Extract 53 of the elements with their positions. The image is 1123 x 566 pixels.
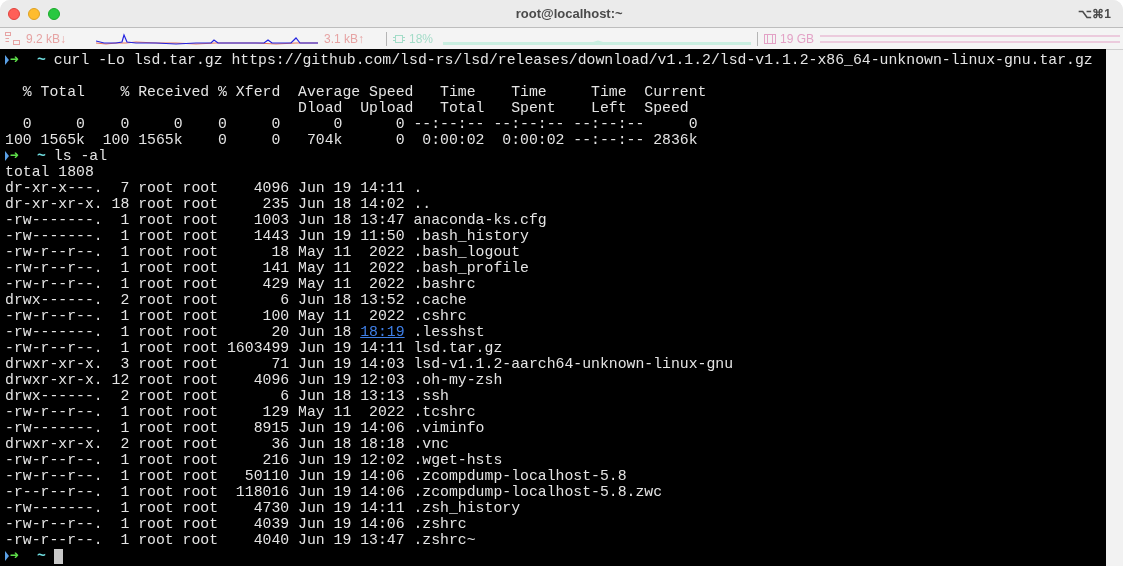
terminal-line: drwxr-xr-x. 3 root root 71 Jun 19 14:03 lsd-v1.1.2-aarch64-unknown-linux-gnu — [5, 356, 734, 372]
window-title: root@localhost:~ — [515, 4, 623, 23]
terminal-line: Dload Upload Total Spent Left Speed — [297, 100, 689, 116]
mark-icon — [5, 551, 9, 561]
close-button[interactable] — [8, 7, 20, 20]
current-directory: ~ — [36, 548, 46, 564]
memory-icon — [764, 33, 776, 44]
terminal-line: -rw-------. 1 root root 1443 Jun 19 11:50 .bash_history — [5, 228, 529, 244]
terminal-line: -rw-------. 1 root root 1003 Jun 18 13:47 anaconda-ks.cfg — [5, 212, 547, 228]
terminal-line: -rw-r--r--. 1 root root 4039 Jun 19 14:06 .zshrc — [5, 516, 467, 532]
cpu-icon — [393, 32, 405, 45]
link[interactable]: 18:19 — [360, 324, 405, 340]
network-upload-rate: 3.1 kB↑ — [324, 30, 366, 48]
terminal-line: -rw-r--r--. 1 root root 100 May 11 2022 .cshrc — [5, 308, 467, 324]
current-directory: ~ — [36, 52, 46, 68]
mark-icon — [5, 55, 9, 65]
command-text: ls -al — [53, 148, 108, 164]
current-directory: ~ — [36, 148, 46, 164]
network-download-rate: 9.2 kB↓ — [26, 30, 68, 48]
cpu-usage: 18% — [409, 30, 435, 48]
terminal-line: dr-xr-x---. 7 root root 4096 Jun 19 14:11 . — [5, 180, 423, 196]
memory-usage: 19 GB — [780, 30, 816, 48]
terminal-line: drwx------. 2 root root 6 Jun 18 13:52 .cache — [5, 292, 467, 308]
prompt-arrow: ➜ — [10, 148, 19, 164]
terminal-line: % Total % Received % Xferd Average Speed Time Time Time Current — [21, 84, 707, 100]
terminal-line: -rw-r--r--. 1 root root 1603499 Jun 19 14:11 lsd.tar.gz — [5, 340, 503, 356]
prompt-arrow: ➜ — [10, 548, 19, 564]
terminal-line: dr-xr-xr-x. 18 root root 235 Jun 18 14:02 .. — [5, 196, 432, 212]
network-icon — [5, 32, 20, 45]
terminal-line: -rw-r--r--. 1 root root 50110 Jun 19 14:06 .zcompdump-localhost-5.8 — [5, 468, 627, 484]
terminal-text: -rw-------. 1 root root 20 Jun 18 — [5, 324, 353, 340]
terminal-text: .lesshst — [412, 324, 485, 340]
terminal-line: -r--r--r--. 1 root root 118016 Jun 19 14:06 .zcompdump-localhost-5.8.zwc — [5, 484, 663, 500]
terminal-line: drwx------. 2 root root 6 Jun 18 13:13 .ssh — [5, 388, 449, 404]
terminal-line: -rw-r--r--. 1 root root 129 May 11 2022 .tcshrc — [5, 404, 476, 420]
terminal-line: -rw-r--r--. 1 root root 18 May 11 2022 .bash_logout — [5, 244, 520, 260]
terminal-line: drwxr-xr-x. 2 root root 36 Jun 18 18:18 .vnc — [5, 436, 449, 452]
terminal-line: 100 1565k 100 1565k 0 0 704k 0 0:00:02 0:00:02 --:--:-- 2836k — [5, 132, 698, 148]
terminal-line: -rw-r--r--. 1 root root 4040 Jun 19 13:47 .zshrc~ — [5, 532, 476, 548]
terminal-line: 0 0 0 0 0 0 0 0 --:--:-- --:--:-- --:--:-- 0 — [21, 116, 698, 132]
terminal-line: -rw-r--r--. 1 root root 216 Jun 19 12:02 .wget-hsts — [5, 452, 503, 468]
minimize-button[interactable] — [28, 7, 40, 20]
zoom-button[interactable] — [48, 7, 60, 20]
terminal-line: total 1808 — [5, 164, 94, 180]
terminal-line: -rw-------. 1 root root 8915 Jun 19 14:06 .viminfo — [5, 420, 485, 436]
terminal-line: -rw-r--r--. 1 root root 429 May 11 2022 .bashrc — [5, 276, 476, 292]
mark-icon — [5, 151, 9, 161]
terminal-line: drwxr-xr-x. 12 root root 4096 Jun 19 12:03 .oh-my-zsh — [5, 372, 503, 388]
command-text: curl -Lo lsd.tar.gz https://github.com/lsd-rs/lsd/releases/download/v1.1.2/lsd-v1.1.2-x86_64-unknown-linux-gnu.tar.gz — [53, 52, 1093, 68]
terminal-line: -rw-------. 1 root root 4730 Jun 19 14:11 .zsh_history — [5, 500, 520, 516]
prompt-arrow: ➜ — [10, 52, 19, 68]
terminal-line: -rw-r--r--. 1 root root 141 May 11 2022 .bash_profile — [5, 260, 529, 276]
tab-shortcut: ⌥⌘1 — [1078, 5, 1112, 23]
